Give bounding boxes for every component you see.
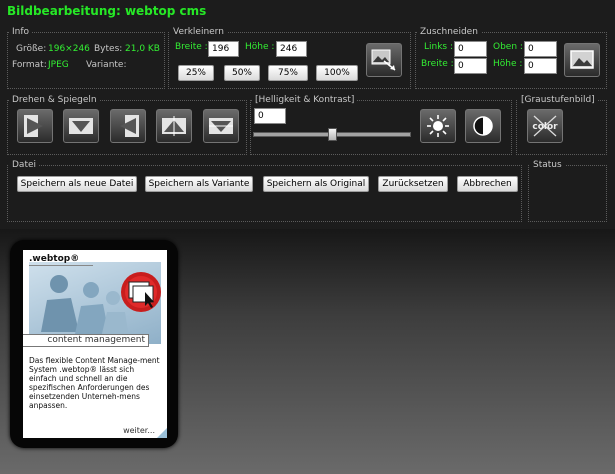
resize-image-icon <box>371 49 396 71</box>
resize-apply-button[interactable] <box>366 43 402 77</box>
flip-horizontal-icon <box>162 116 186 136</box>
preset-50-button[interactable]: 50% <box>224 65 260 81</box>
flip-vertical-button[interactable] <box>203 109 239 143</box>
resize-width-input[interactable]: 196 <box>208 41 239 57</box>
grayscale-button[interactable]: color <box>527 109 563 143</box>
logo-underline <box>29 265 93 266</box>
crop-top-label: Oben : <box>493 42 523 52</box>
flip-horizontal-button[interactable] <box>156 109 192 143</box>
page-corner <box>157 428 167 438</box>
info-group: Info <box>7 27 165 89</box>
variant-label: Variante: <box>86 60 127 70</box>
save-as-new-file-button[interactable]: Speichern als neue Datei <box>17 176 137 192</box>
rotate-legend: Drehen & Spiegeln <box>12 95 97 105</box>
content-management-banner: content management <box>23 334 149 347</box>
crop-width-input[interactable]: 0 <box>454 58 487 74</box>
preset-25-button[interactable]: 25% <box>178 65 214 81</box>
rotate-right-icon <box>24 115 43 137</box>
status-legend: Status <box>533 160 562 170</box>
preview-body-text: Das flexible Content Manage-ment System … <box>29 356 160 410</box>
crop-image-icon <box>570 50 594 69</box>
brightness-slider-thumb[interactable] <box>328 128 337 141</box>
rotate-left-button[interactable] <box>110 109 146 143</box>
image-preview-card: .webtop® content management Das flexible… <box>10 240 178 448</box>
crop-top-input[interactable]: 0 <box>524 41 557 57</box>
size-value: 196×246 <box>48 44 90 54</box>
brightness-icon <box>427 115 449 137</box>
rotate-right-button[interactable] <box>17 109 53 143</box>
brightness-button[interactable] <box>420 109 456 143</box>
format-label: Format: <box>12 60 47 70</box>
bytes-value: 21,0 KB <box>125 44 160 54</box>
rotate-down-button[interactable] <box>63 109 99 143</box>
rotate-left-icon <box>120 115 139 137</box>
rotate-down-icon <box>69 118 93 134</box>
resize-height-label: Höhe : <box>245 42 275 52</box>
crop-apply-button[interactable] <box>564 43 600 77</box>
resize-height-input[interactable]: 246 <box>276 41 307 57</box>
cancel-button[interactable]: Abbrechen <box>457 176 518 192</box>
grayscale-legend: [Graustufenbild] <box>521 95 595 105</box>
resize-width-label: Breite : <box>175 42 208 52</box>
format-value: JPEG <box>48 60 69 70</box>
brightness-legend: [Helligkeit & Kontrast] <box>255 95 355 105</box>
grayscale-icon: color <box>532 115 558 137</box>
resize-legend: Verkleinern <box>173 27 224 37</box>
more-link[interactable]: weiter... <box>123 426 155 435</box>
crop-left-label: Links : <box>424 42 454 52</box>
preset-100-button[interactable]: 100% <box>316 65 358 81</box>
crop-legend: Zuschneiden <box>420 27 478 37</box>
reset-button[interactable]: Zurücksetzen <box>378 176 448 192</box>
status-group: Status <box>528 160 607 222</box>
contrast-button[interactable] <box>465 109 501 143</box>
save-as-variant-button[interactable]: Speichern als Variante <box>145 176 253 192</box>
size-label: Größe: <box>16 44 47 54</box>
preview-image: .webtop® content management Das flexible… <box>23 250 167 438</box>
app-title: Bildbearbeitung: webtop cms <box>7 4 207 18</box>
info-legend: Info <box>12 27 30 37</box>
crop-height-input[interactable]: 0 <box>524 58 557 74</box>
contrast-icon <box>473 116 493 136</box>
bytes-label: Bytes: <box>94 44 123 54</box>
crop-height-label: Höhe : <box>493 59 523 69</box>
preset-75-button[interactable]: 75% <box>268 65 308 81</box>
flip-vertical-icon <box>209 118 233 134</box>
brightness-value-input[interactable]: 0 <box>254 108 286 124</box>
people-silhouette-graphic <box>41 272 161 338</box>
crop-width-label: Breite : <box>421 59 454 69</box>
file-legend: Datei <box>12 160 37 170</box>
save-as-original-button[interactable]: Speichern als Original <box>263 176 369 192</box>
editor-panel: Bildbearbeitung: webtop cms Info Größe: … <box>0 0 615 229</box>
grayscale-color-text: color <box>532 122 558 132</box>
preview-graphic <box>29 262 161 344</box>
webtop-logo: .webtop® <box>29 254 80 264</box>
crop-left-input[interactable]: 0 <box>454 41 487 57</box>
